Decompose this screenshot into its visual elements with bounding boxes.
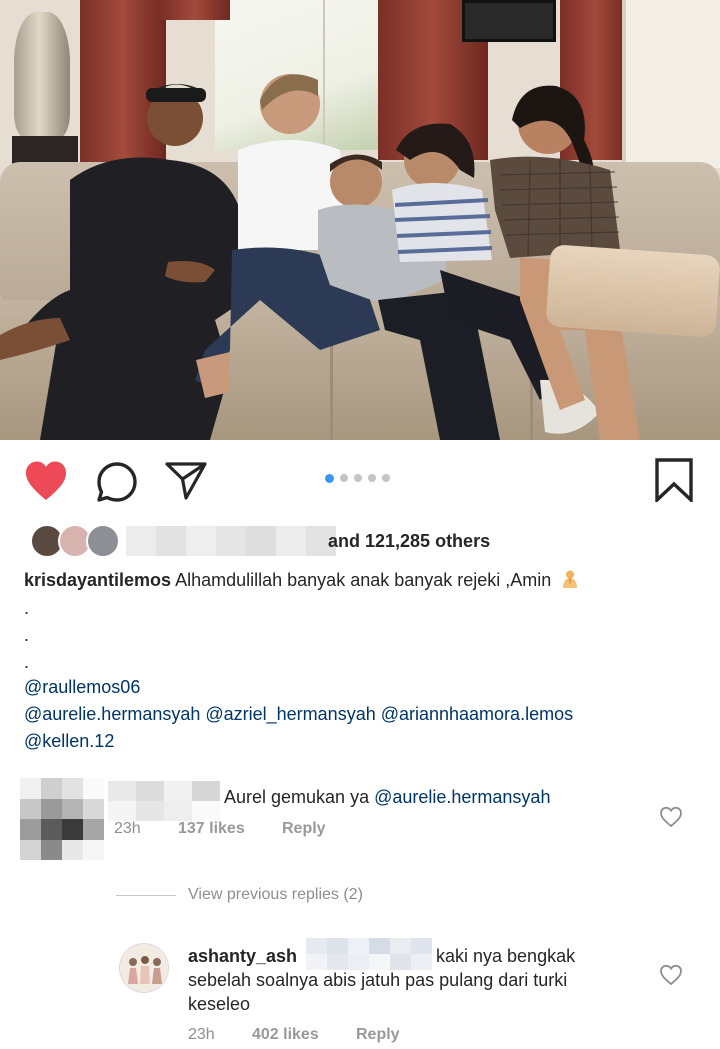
comment-body: Aurel gemukan ya <box>224 787 375 807</box>
comment-text: Aurel gemukan ya @aurelie.hermansyah <box>224 784 550 810</box>
liked-by-avatars[interactable] <box>30 524 126 558</box>
caption-mention-raullemos06[interactable]: @raullemos06 <box>24 674 140 700</box>
comment-likes[interactable]: 137 likes <box>178 820 245 838</box>
like-heart-icon[interactable] <box>24 460 68 502</box>
carousel-dot <box>368 474 376 482</box>
caption-dot: . <box>24 598 30 618</box>
photo-people <box>0 74 640 440</box>
post-caption: krisdayantilemos Alhamdulillah banyak an… <box>24 567 704 594</box>
view-previous-replies[interactable]: View previous replies (2) <box>116 886 363 904</box>
carousel-dot <box>354 474 362 482</box>
reply-text-line-3: keseleo <box>188 994 251 1014</box>
carousel-dot <box>382 474 390 482</box>
reply-text-line-2: sebelah soalnya abis jatuh pas pulang da… <box>188 970 568 990</box>
comment-icon[interactable] <box>96 461 138 503</box>
reply-time: 23h <box>188 1026 215 1043</box>
caption-dot: . <box>24 625 30 645</box>
caption-dot: . <box>24 652 30 672</box>
caption-mention-kellen[interactable]: @kellen.12 <box>24 728 114 754</box>
view-previous-replies-label[interactable]: View previous replies (2) <box>188 886 363 904</box>
caption-username[interactable]: krisdayantilemos <box>24 570 171 590</box>
likes-count[interactable]: and 121,285 others <box>328 531 490 552</box>
liked-by-row[interactable] <box>30 524 336 558</box>
reply-avatar[interactable] <box>119 943 169 993</box>
view-comments-clipped[interactable] <box>24 766 254 772</box>
carousel-dot-active <box>325 473 334 483</box>
carousel-dot <box>340 474 348 482</box>
post-photo[interactable] <box>0 0 720 440</box>
reply-avatar-photo <box>120 944 168 992</box>
comment-username-blurred[interactable] <box>108 781 220 821</box>
reply-text-line-1: kaki nya bengkak <box>436 946 576 966</box>
comment-reply-button[interactable]: Reply <box>282 820 326 838</box>
comment-time: 23h <box>114 820 141 837</box>
caption-mentions[interactable]: @aurelie.hermansyah @azriel_hermansyah @… <box>24 701 573 727</box>
liker-name-blurred <box>126 526 336 556</box>
reply-reply-button[interactable]: Reply <box>356 1026 400 1044</box>
comment-mention[interactable]: @aurelie.hermansyah <box>374 787 550 807</box>
carousel-indicator <box>325 473 390 483</box>
comment-avatar-blurred[interactable] <box>20 778 104 860</box>
comment-like-heart-icon[interactable] <box>659 806 683 828</box>
bookmark-icon[interactable] <box>654 458 694 502</box>
replies-divider-line <box>116 894 176 896</box>
reply-like-heart-icon[interactable] <box>659 964 683 986</box>
share-direct-icon[interactable] <box>164 461 208 501</box>
reply-username[interactable]: ashanty_ash <box>188 943 297 969</box>
praying-person-emoji-icon <box>563 570 578 588</box>
caption-text: Alhamdulillah banyak anak banyak rejeki … <box>175 570 552 590</box>
reply-mention-blurred <box>306 938 432 970</box>
reply-likes[interactable]: 402 likes <box>252 1026 319 1044</box>
photo-pillow <box>545 244 720 338</box>
liker-avatar[interactable] <box>86 524 120 558</box>
